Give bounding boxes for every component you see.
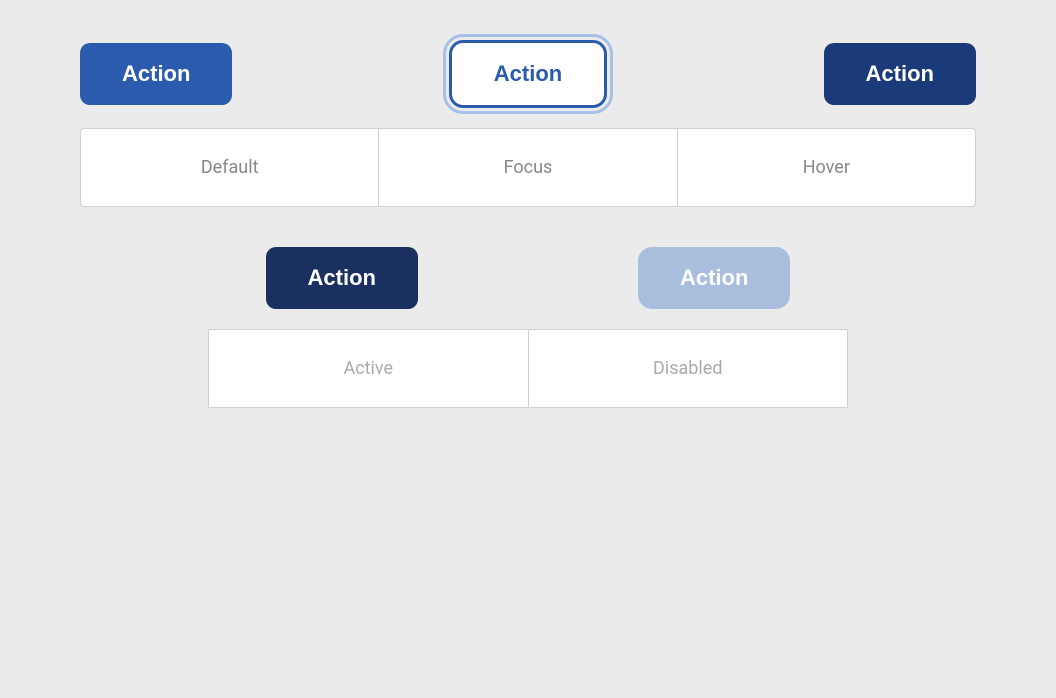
default-button[interactable]: Action	[80, 43, 232, 105]
main-container: Action Action Action Default Focus Hover…	[0, 0, 1056, 698]
label-row-1: Default Focus Hover	[80, 128, 976, 207]
focus-label: Focus	[379, 129, 677, 206]
hover-button[interactable]: Action	[824, 43, 976, 105]
button-row-2: Action Action	[80, 247, 976, 309]
active-button[interactable]: Action	[266, 247, 418, 309]
label-row-2: Active Disabled	[208, 329, 848, 408]
hover-label: Hover	[678, 129, 975, 206]
button-row-1: Action Action Action	[80, 40, 976, 108]
default-label: Default	[81, 129, 379, 206]
disabled-label: Disabled	[528, 329, 849, 408]
label-row-2-wrapper: Active Disabled	[80, 329, 976, 408]
focus-button[interactable]: Action	[449, 40, 607, 108]
disabled-button: Action	[638, 247, 790, 309]
active-label: Active	[208, 329, 528, 408]
